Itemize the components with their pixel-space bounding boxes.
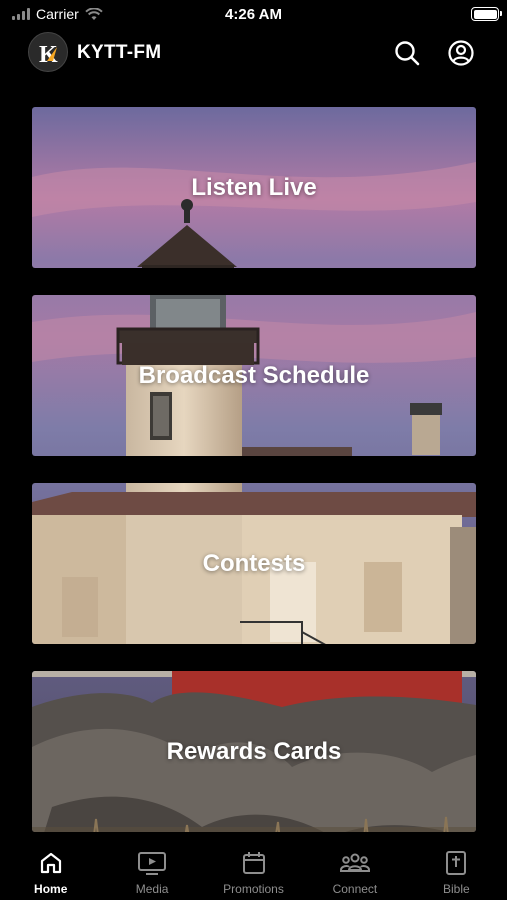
- card-label: Contests: [202, 549, 306, 577]
- station-logo: K: [28, 32, 68, 72]
- search-button[interactable]: [392, 38, 422, 68]
- listen-live-card[interactable]: Listen Live: [32, 107, 476, 268]
- tab-label: Promotions: [223, 882, 284, 896]
- home-icon: [40, 852, 61, 874]
- profile-button[interactable]: [446, 38, 476, 68]
- tab-bible[interactable]: Bible: [406, 838, 507, 900]
- tab-home[interactable]: Home: [0, 838, 101, 900]
- profile-icon: [448, 40, 474, 66]
- rewards-cards-card[interactable]: Rewards Cards: [32, 671, 476, 832]
- tab-label: Media: [135, 882, 169, 896]
- tab-connect[interactable]: Connect: [304, 838, 405, 900]
- tab-label: Bible: [442, 882, 470, 896]
- bible-icon: [446, 851, 467, 875]
- broadcast-schedule-card[interactable]: Broadcast Schedule: [32, 295, 476, 456]
- tv-icon: [138, 852, 167, 875]
- card-label: Listen Live: [191, 173, 317, 201]
- tab-promotions[interactable]: Promotions: [203, 838, 304, 900]
- card-label: Rewards Cards: [166, 737, 342, 765]
- card-label: Broadcast Schedule: [138, 361, 370, 389]
- tab-media[interactable]: Media: [101, 838, 202, 900]
- app-header: K KYTT-FM: [0, 30, 507, 76]
- app-title: KYTT-FM: [77, 42, 162, 63]
- logo-letter: K: [39, 42, 58, 68]
- tab-bar: Home Media Promotions Connect Bible: [0, 838, 507, 900]
- battery-icon: [471, 7, 502, 21]
- people-icon: [339, 853, 370, 872]
- status-time: 4:26 AM: [225, 6, 282, 23]
- search-icon: [395, 41, 420, 66]
- calendar-icon: [242, 852, 265, 874]
- tab-label: Home: [34, 882, 68, 896]
- tab-label: Connect: [332, 882, 378, 896]
- status-bar: Carrier 4:26 AM: [0, 0, 507, 28]
- contests-card[interactable]: Contests: [32, 483, 476, 644]
